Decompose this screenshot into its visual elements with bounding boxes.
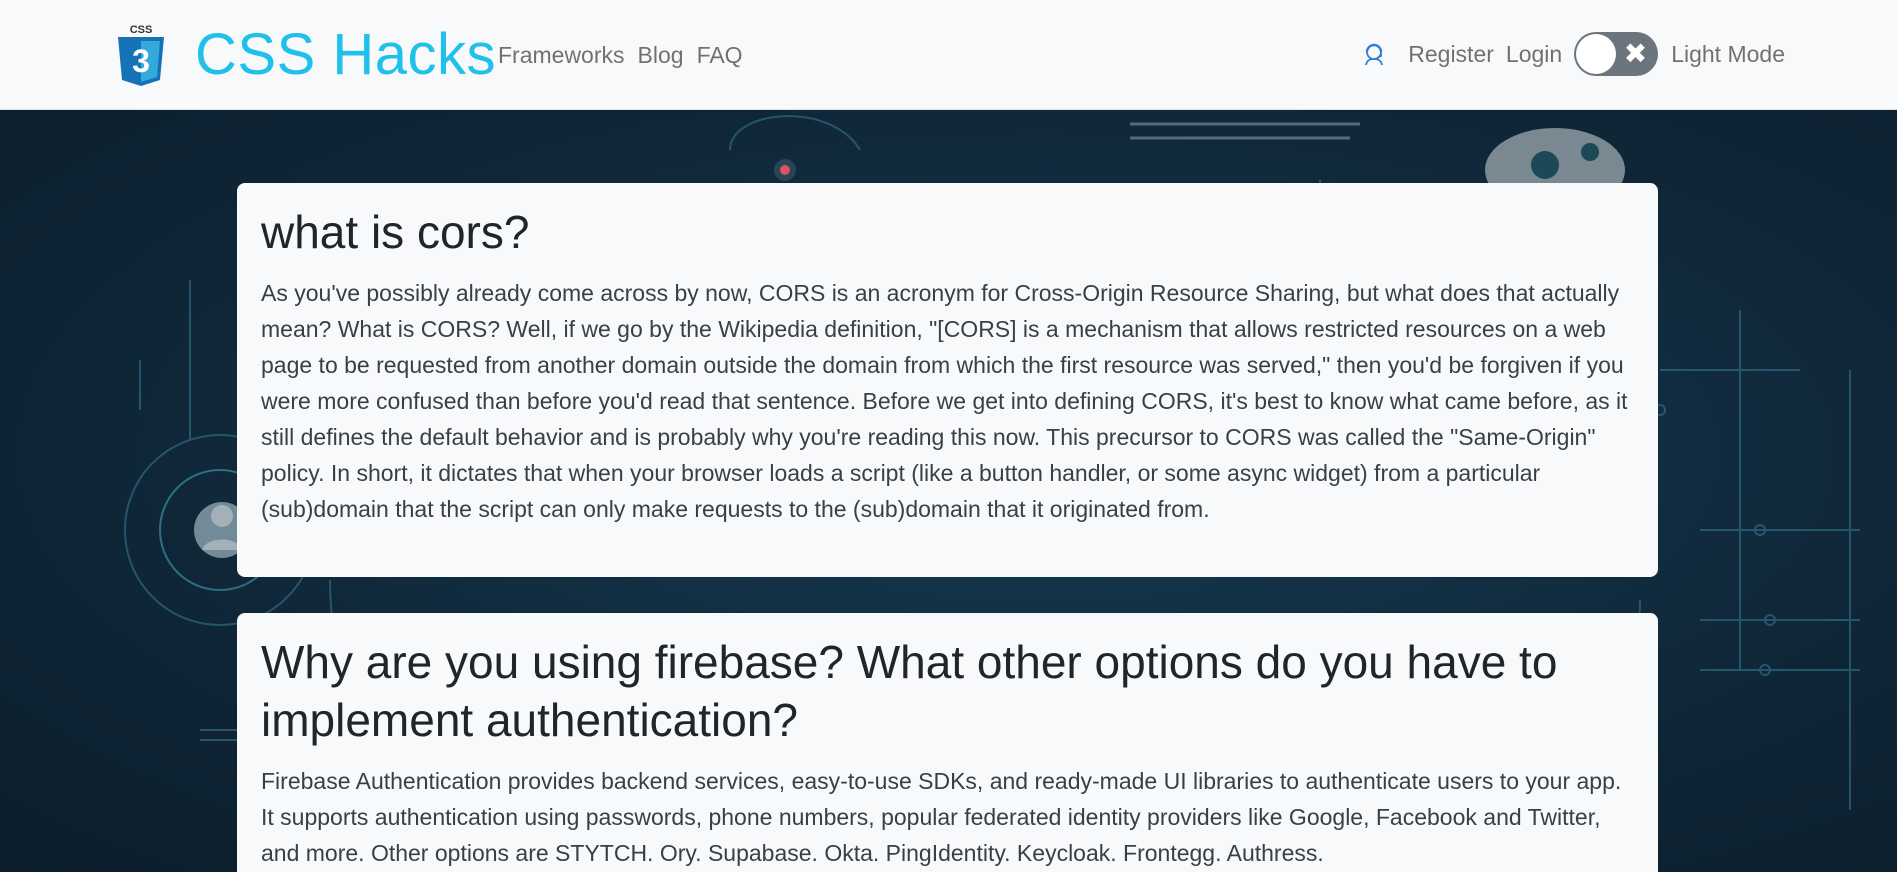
css3-logo-icon: CSS 3 [118,24,164,86]
theme-mode-label: Light Mode [1671,41,1785,67]
article-body: Firebase Authentication provides backend… [261,768,1622,866]
brand-name: CSS Hacks [195,22,497,87]
user-support-icon[interactable] [1360,40,1388,68]
svg-text:3: 3 [132,43,150,79]
brand-link[interactable]: CSS 3 CSS Hacks [114,20,496,90]
nav-link-blog[interactable]: Blog [638,40,684,70]
nav-link-frameworks[interactable]: Frameworks [498,40,625,70]
article-card-firebase: Why are you using firebase? What other o… [237,613,1658,872]
navbar: CSS 3 CSS Hacks Frameworks Blog FAQ Regi… [0,0,1897,110]
close-icon: ✖ [1623,38,1648,69]
toggle-knob [1576,34,1617,74]
theme-toggle[interactable]: ✖ [1574,32,1659,76]
primary-nav: Frameworks Blog FAQ [498,40,756,70]
article-title: what is cors? [261,206,530,258]
user-nav: Register Login ✖ Light Mode [1360,32,1785,76]
svg-text:CSS: CSS [130,24,153,36]
nav-link-faq[interactable]: FAQ [697,40,743,70]
article-card-cors: what is cors? As you've possibly already… [237,183,1658,577]
article-title: Why are you using firebase? What other o… [261,636,1558,746]
register-link[interactable]: Register [1408,39,1494,69]
login-link[interactable]: Login [1506,39,1562,69]
article-body: As you've possibly already come across b… [261,280,1628,522]
